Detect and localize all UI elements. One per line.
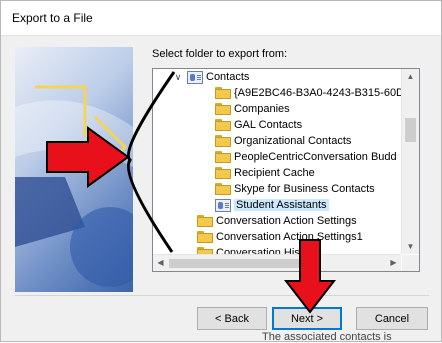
back-button[interactable]: < Back	[197, 307, 267, 330]
tree-item-label: PeopleCentricConversation Budd	[234, 151, 397, 163]
select-folder-label: Select folder to export from:	[152, 48, 288, 60]
folder-icon	[215, 167, 231, 179]
wizard-side-graphic	[15, 47, 133, 292]
tree-item-companies[interactable]: Companies	[215, 101, 290, 117]
folder-icon	[197, 215, 213, 227]
tree-item-label: Companies	[234, 103, 290, 115]
title-bar: Export to a File	[1, 1, 441, 36]
tree-item-contacts[interactable]: ∨ Contacts	[173, 69, 249, 85]
folder-tree[interactable]: ∨ Contacts {A9E2BC46-B3A0-4243-B315-60D …	[152, 68, 420, 272]
scrollbar-corner	[402, 255, 419, 271]
folder-icon	[197, 231, 213, 243]
footer-separator	[15, 295, 429, 296]
tree-item-student-assistants[interactable]: Student Assistants	[215, 197, 329, 213]
vertical-scrollbar[interactable]: ▲ ▼	[401, 69, 419, 254]
export-dialog: Export to a File Select folder to export…	[0, 0, 442, 342]
tree-item-gal-contacts[interactable]: GAL Contacts	[215, 117, 302, 133]
tree-item-label: Conversation Action Settings	[216, 215, 357, 227]
folder-icon	[215, 135, 231, 147]
tree-item-conversation-action-settings1[interactable]: Conversation Action Settings1	[197, 229, 363, 245]
folder-icon	[215, 87, 231, 99]
tree-item-label: GAL Contacts	[234, 119, 303, 131]
tree-item-label: Conversation Action Settings1	[216, 231, 363, 243]
tree-item-peoplecentric[interactable]: PeopleCentricConversation Budd	[215, 149, 397, 165]
scroll-left-icon[interactable]: ◀	[153, 255, 168, 271]
tree-item-label: Skype for Business Contacts	[234, 183, 375, 195]
tree-item-label: Student Assistants	[234, 199, 329, 211]
tree-item-skype-contacts[interactable]: Skype for Business Contacts	[215, 181, 375, 197]
tree-item-organizational-contacts[interactable]: Organizational Contacts	[215, 133, 351, 149]
tree-item-label: Organizational Contacts	[234, 135, 352, 147]
folder-icon	[215, 103, 231, 115]
next-button[interactable]: Next >	[272, 307, 342, 330]
tree-item-label: Recipient Cache	[234, 167, 315, 179]
folder-icon	[215, 119, 231, 131]
cancel-button[interactable]: Cancel	[356, 307, 428, 330]
tree-item-label: {A9E2BC46-B3A0-4243-B315-60D	[234, 87, 405, 99]
scroll-up-icon[interactable]: ▲	[402, 69, 419, 84]
background-window-text: The associated contacts is	[262, 331, 392, 343]
scroll-down-icon[interactable]: ▼	[402, 239, 419, 254]
horizontal-scrollbar[interactable]: ◀ ▶	[153, 254, 401, 271]
tree-item-conversation-action-settings[interactable]: Conversation Action Settings	[197, 213, 357, 229]
horizontal-scroll-thumb[interactable]	[169, 259, 313, 268]
scroll-right-icon[interactable]: ▶	[386, 255, 401, 271]
folder-icon	[215, 183, 231, 195]
folder-icon	[215, 151, 231, 163]
vertical-scroll-thumb[interactable]	[405, 118, 416, 142]
tree-item-label: Contacts	[206, 71, 250, 83]
contact-folder-icon	[187, 70, 203, 84]
chevron-down-icon[interactable]: ∨	[173, 72, 183, 83]
contact-folder-icon	[215, 198, 231, 212]
tree-item-guid-folder[interactable]: {A9E2BC46-B3A0-4243-B315-60D	[215, 85, 404, 101]
tree-item-recipient-cache[interactable]: Recipient Cache	[215, 165, 315, 181]
window-title: Export to a File	[12, 11, 93, 25]
